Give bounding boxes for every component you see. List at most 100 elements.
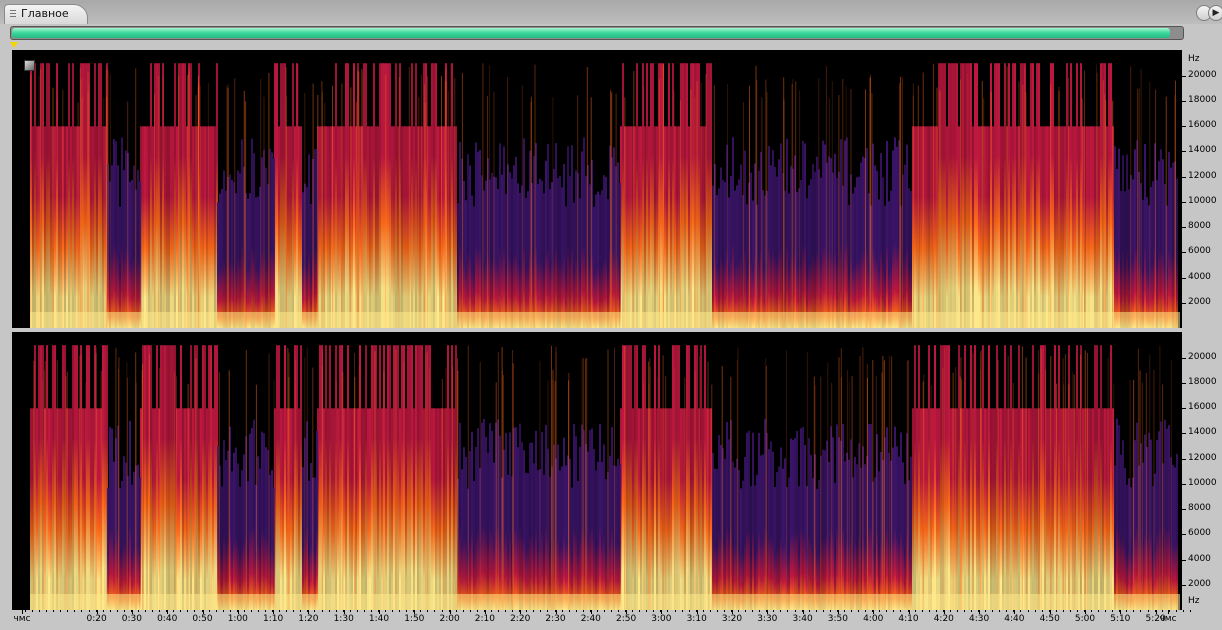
transient-streak [33, 360, 35, 610]
time-minor-tick [653, 610, 655, 612]
frequency-ruler[interactable]: 20000 18000 16000 14000 12000 10000 8000 6000 40… [1182, 50, 1222, 610]
spectrum-column [137, 464, 139, 610]
overview-range-fill[interactable] [12, 28, 1171, 38]
spectrum-column [970, 345, 972, 610]
spectrum-column [241, 470, 243, 610]
spectrum-column [123, 170, 125, 328]
spectrum-column [652, 408, 654, 610]
transient-streak [461, 73, 463, 328]
time-minor-tick [851, 610, 853, 612]
transient-streak [696, 81, 698, 328]
spectrum-column [557, 444, 559, 610]
spectrum-column [1076, 345, 1078, 610]
spectrum-column [1124, 468, 1126, 610]
transient-streak [245, 101, 247, 328]
transient-streak [1080, 354, 1082, 610]
spectrum-column [495, 177, 497, 328]
spectrum-column [1120, 454, 1122, 610]
spectrum-column [206, 408, 208, 610]
spectrum-column [391, 126, 393, 328]
spectrum-column [768, 146, 770, 328]
transient-streak [105, 65, 107, 328]
spectrum-column [1172, 464, 1174, 610]
spectrum-column [417, 345, 419, 610]
spectrum-column [688, 345, 690, 610]
spectrum-column [1100, 345, 1102, 610]
spectrum-column [523, 450, 525, 610]
transient-streak [888, 355, 890, 610]
time-minor-tick [406, 610, 408, 612]
spectrum-column [212, 408, 214, 610]
spectrum-column [638, 408, 640, 610]
spectrum-column [381, 63, 383, 328]
transient-streak [736, 359, 738, 610]
channel-right[interactable] [12, 332, 1182, 610]
spectrum-column [367, 408, 369, 610]
transient-streak [429, 368, 431, 610]
transient-streak [195, 95, 197, 328]
transient-streak [87, 71, 89, 328]
spectrum-column [284, 345, 286, 610]
hz-tick [1182, 509, 1186, 511]
spectrum-column [579, 446, 581, 610]
spectrum-column [164, 126, 166, 328]
time-minor-tick [1069, 610, 1071, 612]
transient-streak [1159, 345, 1161, 610]
time-minor-tick [519, 610, 521, 612]
spectrum-column [259, 468, 261, 610]
spectrum-column [822, 140, 824, 328]
tab-main[interactable]: Главное [4, 4, 88, 24]
channel-left[interactable] [12, 50, 1182, 328]
spectrum-column [58, 408, 60, 610]
transient-streak [906, 360, 908, 610]
spectrum-column [934, 345, 936, 610]
spectrum-column [778, 159, 780, 328]
time-minor-tick [1076, 610, 1078, 612]
transient-streak [188, 67, 190, 328]
time-minor-tick [159, 610, 161, 612]
display-toggle-icon[interactable] [24, 60, 35, 71]
transient-streak [512, 363, 514, 610]
spectrum-column [1156, 439, 1158, 610]
scroll-overview-bar[interactable] [10, 26, 1184, 40]
spectrum-column [982, 345, 984, 610]
transient-streak [1084, 350, 1086, 610]
time-minor-tick [1013, 610, 1015, 612]
spectrum-column [1122, 155, 1124, 328]
transient-streak [1153, 369, 1155, 610]
transient-streak [1018, 80, 1020, 328]
spectrum-column [381, 408, 383, 610]
hz-tick-label: 4000 [1188, 271, 1211, 282]
play-button[interactable]: ▶ [1208, 5, 1222, 21]
spectrum-column [756, 474, 758, 610]
transient-streak [761, 97, 763, 328]
spectrum-column [463, 180, 465, 328]
transient-streak [1104, 94, 1106, 328]
spectrum-column [1046, 126, 1048, 328]
spectrum-column [243, 454, 245, 610]
transient-streak [85, 382, 87, 610]
time-minor-tick [420, 610, 422, 612]
transient-streak [332, 85, 333, 328]
spectrum-column [808, 185, 810, 328]
spectrum-column [229, 174, 231, 328]
spectrum-column [60, 408, 62, 610]
transient-streak [972, 352, 974, 610]
transient-streak [611, 92, 613, 328]
spectrum-column [32, 126, 34, 328]
playhead-marker-icon[interactable] [10, 42, 18, 48]
transient-streak [312, 367, 314, 610]
spectrum-column [76, 345, 78, 610]
transient-streak [806, 352, 808, 610]
transient-streak [173, 372, 175, 610]
spectrum-column [571, 145, 573, 328]
transient-streak [1138, 87, 1140, 328]
spectrum-column [503, 146, 505, 328]
spectrum-column [1040, 126, 1042, 328]
time-minor-tick [286, 610, 288, 612]
time-ruler[interactable]: чмс 0:20 0:30 0:40 0:50 1:00 1:10 1:20 1:30 1:40 1… [0, 610, 1222, 630]
spectrum-column [724, 182, 726, 328]
spectral-view[interactable] [12, 50, 1182, 610]
time-tick-label: 3:10 [686, 614, 707, 624]
transient-streak [899, 83, 901, 328]
